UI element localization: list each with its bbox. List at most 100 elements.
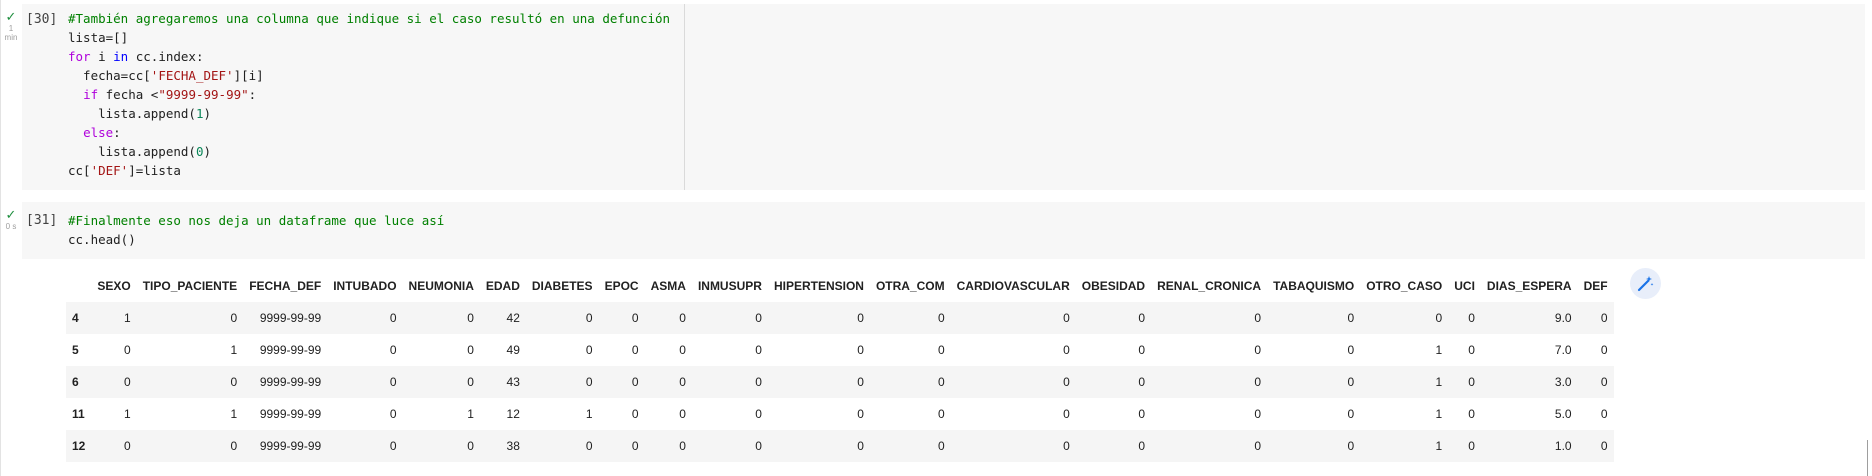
table-cell: 0	[1254, 311, 1262, 325]
table-cell: 0	[937, 439, 945, 453]
table-cell: 0	[467, 439, 474, 453]
row-index: 11	[72, 407, 85, 421]
column-header: DEF	[1583, 279, 1608, 293]
code-token: lista=[]	[68, 30, 129, 45]
table-cell: 43	[506, 375, 520, 389]
index-header	[66, 270, 91, 302]
table-cell: 0	[857, 439, 864, 453]
column-header: ASMA	[650, 279, 686, 293]
table-cell: 0	[1600, 375, 1608, 389]
table-cell: 0	[1347, 375, 1355, 389]
table-cell: 0	[389, 343, 397, 357]
cell-31-status: ✓ 0 s	[0, 207, 22, 232]
column-header: RENAL_CRONICA	[1157, 279, 1262, 293]
magic-wand-button[interactable]	[1630, 268, 1661, 299]
table-cell: 1	[1435, 407, 1443, 421]
table-cell: 12	[506, 407, 520, 421]
table-cell: 49	[506, 343, 520, 357]
code-line: lista.append(1)	[68, 104, 670, 123]
row-index: 5	[72, 343, 79, 357]
table-cell: 7.0	[1554, 343, 1572, 357]
cell-31-code-editor[interactable]: #Finalmente eso nos deja un dataframe qu…	[68, 211, 444, 249]
table-cell: 1.0	[1554, 439, 1572, 453]
code-line: lista.append(0)	[68, 142, 670, 161]
table-cell: 0	[1600, 311, 1608, 325]
table-cell: 0	[1063, 407, 1070, 421]
table-cell: 0	[631, 407, 639, 421]
code-token: fecha=cc[	[68, 68, 151, 83]
table-cell: 9999-99-99	[259, 375, 322, 389]
table-cell: 0	[467, 343, 474, 357]
cell-30-duration: 1	[8, 24, 14, 33]
column-header: FECHA_DEF	[249, 279, 322, 293]
table-cell: 0	[857, 407, 864, 421]
table-cell: 0	[1254, 439, 1262, 453]
table-cell: 0	[1347, 407, 1355, 421]
table-cell: 0	[1254, 375, 1262, 389]
table-cell: 0	[124, 375, 131, 389]
code-token: in	[113, 49, 129, 64]
code-token: if	[83, 87, 99, 102]
table-cell: 0	[389, 311, 397, 325]
table-cell: 0	[937, 375, 945, 389]
code-token: #También agregaremos una columna que ind…	[68, 11, 671, 26]
code-token: cc[	[68, 163, 91, 178]
table-cell: 0	[755, 343, 762, 357]
table-cell: 0	[937, 311, 945, 325]
column-header: DIAS_ESPERA	[1486, 279, 1572, 293]
cell-30-code-editor[interactable]: #También agregaremos una columna que ind…	[68, 9, 670, 180]
table-cell: 0	[631, 375, 639, 389]
table-cell: 0	[1435, 311, 1443, 325]
table-body: 4 1 0 9999-99-99 0 0 42 0 0 0 0 0 0 0 0 0 0 0 0 9.0 0 5 0 1 9999…	[66, 302, 1614, 462]
table-cell: 0	[857, 375, 864, 389]
cell-30-exec-count: [30]	[26, 12, 58, 27]
table-cell: 0	[1600, 343, 1608, 357]
code-token: :	[113, 125, 121, 140]
code-token: fecha <	[98, 87, 159, 102]
table-cell: 0	[585, 343, 593, 357]
code-token: ][i]	[233, 68, 264, 83]
cell-30-duration-unit: min	[4, 33, 18, 42]
table-cell: 1	[1435, 439, 1443, 453]
table-cell: 0	[585, 439, 593, 453]
magic-wand-icon	[1637, 276, 1654, 292]
code-token: :	[248, 87, 257, 102]
code-line: fecha=cc['FECHA_DEF'][i]	[68, 66, 670, 85]
table-cell: 0	[857, 343, 864, 357]
table-cell: 0	[755, 375, 762, 389]
table-cell: 0	[585, 375, 593, 389]
code-token: 'FECHA_DEF'	[150, 68, 234, 83]
table-cell: 0	[755, 439, 762, 453]
table-cell: 0	[124, 439, 131, 453]
code-token: for	[68, 49, 91, 64]
cell-31-output: SEXO TIPO_PACIENTE FECHA_DEF INTUBADO NEUMON…	[66, 270, 1614, 462]
table-cell: 0	[755, 311, 762, 325]
table-cell: 0	[1254, 407, 1262, 421]
table-cell: 0	[1254, 343, 1262, 357]
table-cell: 0	[1138, 375, 1146, 389]
code-line: cc['DEF']=lista	[68, 161, 670, 180]
table-cell: 0	[230, 375, 238, 389]
scrollbar-indicator[interactable]	[1867, 440, 1868, 476]
table-cell: 9.0	[1554, 311, 1572, 325]
table-cell: 0	[1347, 343, 1355, 357]
table-cell: 9999-99-99	[259, 439, 322, 453]
table-cell: 0	[937, 343, 945, 357]
table-cell: 0	[1347, 439, 1355, 453]
column-header: NEUMONIA	[408, 279, 474, 293]
table-cell: 9999-99-99	[259, 407, 322, 421]
table-cell: 0	[857, 311, 864, 325]
check-icon: ✓	[5, 207, 17, 222]
table-cell: 0	[679, 343, 686, 357]
code-line: cc.head()	[68, 230, 444, 249]
column-header: INMUSUPR	[697, 279, 762, 293]
code-token: "9999-99-99"	[158, 87, 249, 102]
table-cell: 1	[124, 407, 131, 421]
code-token: 'DEF'	[90, 163, 129, 178]
table-cell: 42	[506, 311, 520, 325]
table-cell: 0	[389, 375, 397, 389]
table-cell: 3.0	[1554, 375, 1572, 389]
table-row: 4 1 0 9999-99-99 0 0 42 0 0 0 0 0 0 0 0 0 0 0 0 9.0 0	[66, 302, 1614, 334]
code-line: else:	[68, 123, 670, 142]
code-line: for i in cc.index:	[68, 47, 670, 66]
